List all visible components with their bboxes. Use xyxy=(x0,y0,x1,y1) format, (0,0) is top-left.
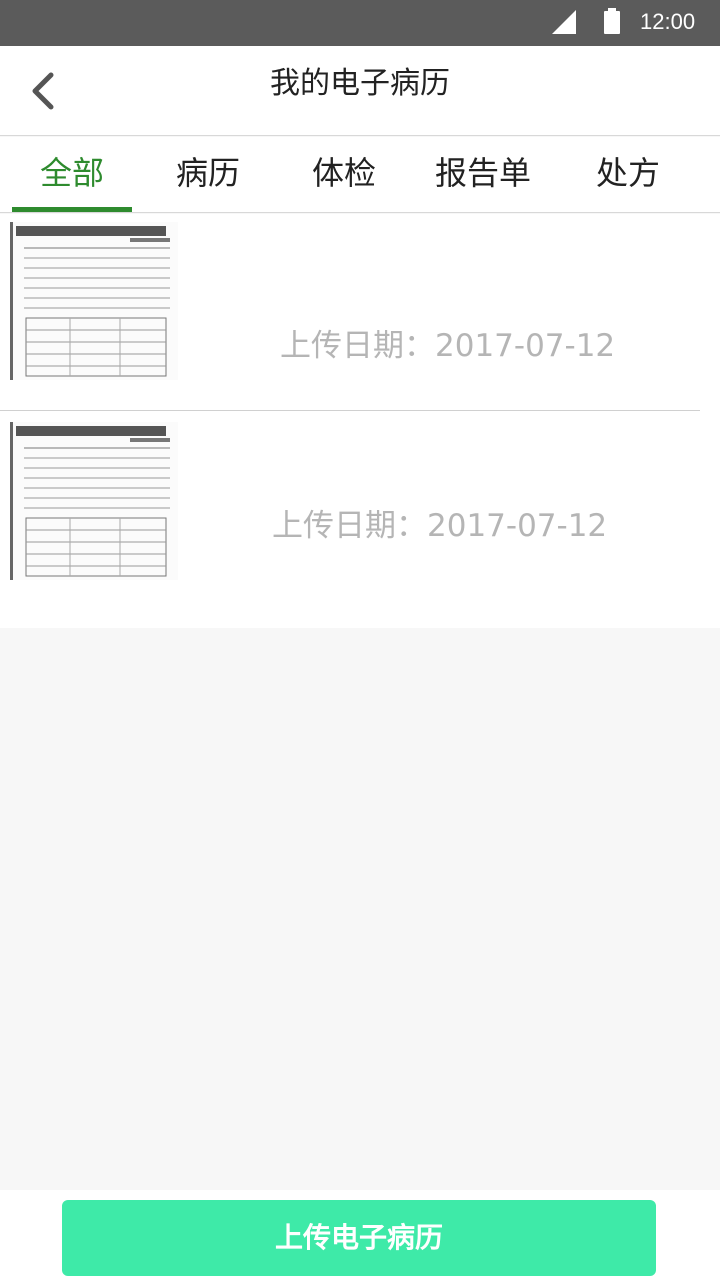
tab-report[interactable]: 报告单 xyxy=(420,137,546,213)
document-thumbnail[interactable] xyxy=(10,222,178,380)
tab-medical-record[interactable]: 病历 xyxy=(148,137,268,213)
list-item[interactable]: 上传日期：2017-07-12 xyxy=(0,412,720,610)
upload-date: 上传日期：2017-07-12 xyxy=(280,328,616,364)
chevron-left-icon xyxy=(32,72,54,110)
tab-checkup[interactable]: 体检 xyxy=(284,137,404,213)
page-title: 我的电子病历 xyxy=(270,66,450,101)
tab-indicator xyxy=(12,207,132,212)
battery-icon xyxy=(604,8,620,34)
upload-record-button[interactable]: 上传电子病历 xyxy=(62,1200,656,1276)
status-time: 12:00 xyxy=(640,9,696,34)
back-button[interactable] xyxy=(22,70,62,112)
status-bar: 12:00 xyxy=(0,0,720,46)
list-item[interactable]: 上传日期：2017-07-12 xyxy=(0,214,720,412)
bottom-bar: 上传电子病历 xyxy=(0,1190,720,1280)
category-tabs: 全部 病历 体检 报告单 处方 xyxy=(0,137,720,213)
upload-date: 上传日期：2017-07-12 xyxy=(272,508,608,544)
document-thumbnail[interactable] xyxy=(10,422,178,580)
divider xyxy=(0,410,700,411)
tab-all[interactable]: 全部 xyxy=(12,137,132,213)
app-header: 我的电子病历 xyxy=(0,46,720,136)
record-list: 上传日期：2017-07-12 上传日期：2017-07-12 xyxy=(0,214,720,628)
signal-icon xyxy=(552,10,576,34)
tab-prescription[interactable]: 处方 xyxy=(568,137,688,213)
